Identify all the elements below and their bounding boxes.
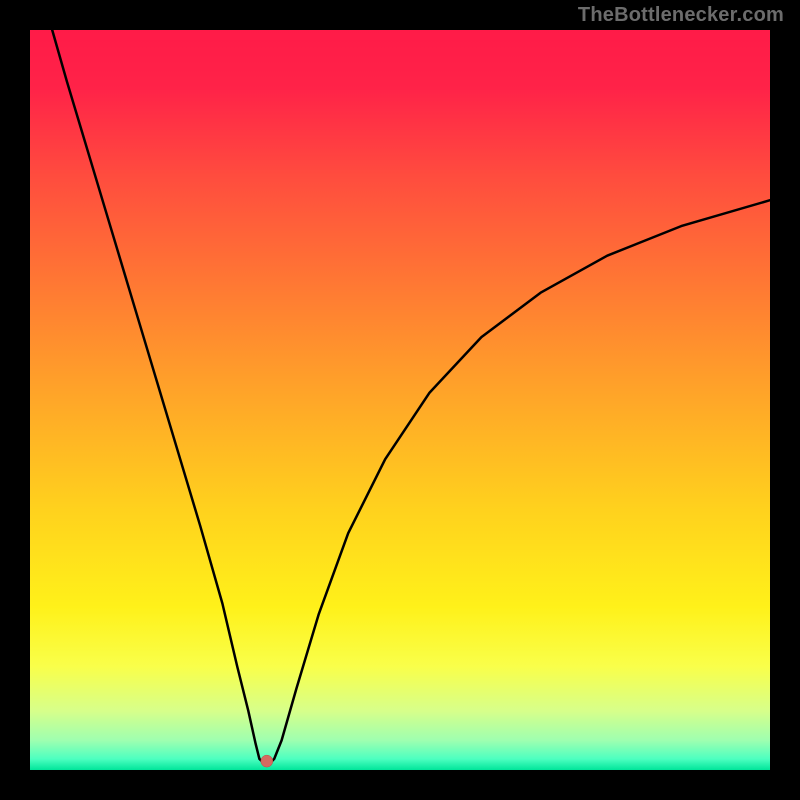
- bottleneck-chart: [0, 0, 800, 800]
- plot-frame-right: [770, 0, 800, 800]
- plot-frame-left: [0, 0, 30, 800]
- plot-background: [30, 30, 770, 770]
- plot-frame-bottom: [0, 770, 800, 800]
- minimum-marker: [261, 755, 273, 767]
- watermark-text: TheBottlenecker.com: [578, 4, 784, 27]
- chart-container: TheBottlenecker.com: [0, 0, 800, 800]
